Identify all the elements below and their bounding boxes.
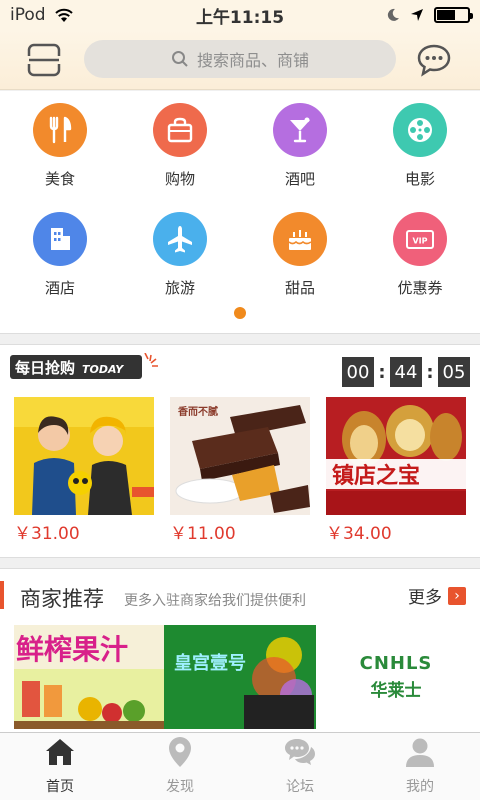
tab-forum[interactable]: 论坛 [240,733,360,800]
battery-icon [434,7,473,23]
category-grid: 美食 购物 酒吧 电影 酒店 旅游 甜品 VIP 优惠券 [0,91,480,334]
building-icon [33,212,87,266]
shopping-bag-icon [153,103,207,157]
cocktail-icon [273,103,327,157]
timer-seconds: 05 [438,357,470,387]
moon-icon [387,8,399,21]
merchant-recommend-section: 商家推荐 更多入驻商家给我们提供便利 更多 › 鲜榨果汁 皇宫壹号 CNHLS [0,568,480,738]
merchant-banner-juice[interactable]: 鲜榨果汁 [14,625,166,729]
merchant-banner-palace[interactable]: 皇宫壹号 [164,625,316,729]
page-indicator-dot[interactable] [234,307,246,319]
category-movie[interactable]: 电影 [360,103,480,189]
product-image-couple [14,397,154,515]
scan-icon[interactable] [26,42,62,78]
product-card[interactable]: 香而不腻 ￥11.00 [170,397,310,544]
wifi-icon [54,8,73,22]
message-icon[interactable] [416,42,452,78]
brand-logo-en: CNHLS [359,653,433,674]
category-travel[interactable]: 旅游 [120,212,240,298]
tab-home[interactable]: 首页 [0,733,120,800]
chat-bubbles-icon [285,739,315,765]
tab-label: 发现 [166,779,194,795]
chevron-right-icon: › [448,586,466,605]
location-arrow-icon [411,9,423,21]
product-price: ￥11.00 [170,524,236,544]
merchant-banner-brand[interactable]: CNHLS 华莱士 [326,625,466,729]
product-image-chocolate-cake: 香而不腻 [170,397,310,515]
user-icon [406,738,434,767]
tab-discover[interactable]: 发现 [120,733,240,800]
search-icon [171,51,188,67]
location-pin-icon [169,737,191,767]
merchant-section-title: 商家推荐 [20,587,104,611]
flash-sale-section: 每日抢购 TODAY 00 : 44 : 05 ￥31.00 香而不腻 ￥11.… [0,344,480,558]
cake-icon [273,212,327,266]
product-card[interactable]: ￥31.00 [14,397,154,544]
tab-label: 论坛 [286,779,314,795]
category-bar[interactable]: 酒吧 [240,103,360,189]
product-tag: 香而不腻 [178,405,218,418]
tab-label: 我的 [406,779,434,795]
section-accent-bar [0,581,4,609]
banner-text: 鲜榨果汁 [16,633,128,666]
product-tag: 镇店之宝 [332,463,420,489]
product-image-nuts: 镇店之宝 [326,397,466,515]
category-dessert[interactable]: 甜品 [240,212,360,298]
search-placeholder: 搜索商品、商铺 [196,51,309,70]
category-label: 酒吧 [284,170,315,188]
brand-logo-cn: 华莱士 [370,681,422,701]
film-reel-icon [393,103,447,157]
category-label: 甜品 [284,279,315,297]
flash-sale-title-text: 每日抢购 [15,359,75,377]
product-card[interactable]: 镇店之宝 ￥34.00 [326,397,466,544]
merchant-section-subtitle: 更多入驻商家给我们提供便利 [124,593,306,609]
product-price: ￥34.00 [326,524,392,544]
bottom-tab-bar: 首页 发现 论坛 我的 [0,732,480,800]
category-hotel[interactable]: 酒店 [0,212,120,298]
category-label: 优惠券 [397,279,443,297]
category-coupon[interactable]: VIP 优惠券 [360,212,480,298]
more-merchants-link[interactable]: 更多 › [408,583,466,608]
airplane-icon [153,212,207,266]
header: 搜索商品、商铺 [0,30,480,90]
more-label: 更多 [408,588,442,608]
tab-label: 首页 [46,779,74,795]
tab-me[interactable]: 我的 [360,733,480,800]
timer-minutes: 44 [390,357,422,387]
utensils-icon [33,103,87,157]
countdown-timer: 00 : 44 : 05 [342,357,470,387]
home-icon [46,739,74,765]
search-input[interactable]: 搜索商品、商铺 [84,40,396,78]
status-bar: iPod 上午11:15 [0,0,480,30]
banner-text: 皇宫壹号 [174,652,246,674]
category-label: 电影 [404,170,435,188]
timer-hours: 00 [342,357,374,387]
carrier-label: iPod [10,5,46,25]
flash-sale-title: 每日抢购 TODAY [10,352,160,383]
category-label: 酒店 [44,279,75,297]
svg-text:VIP: VIP [412,237,427,246]
category-label: 美食 [44,170,75,188]
category-shopping[interactable]: 购物 [120,103,240,189]
category-label: 购物 [164,170,195,188]
vip-coupon-icon: VIP [393,212,447,266]
product-price: ￥31.00 [14,524,80,544]
flash-sale-badge: TODAY [82,363,124,376]
category-food[interactable]: 美食 [0,103,120,189]
category-label: 旅游 [164,279,195,297]
